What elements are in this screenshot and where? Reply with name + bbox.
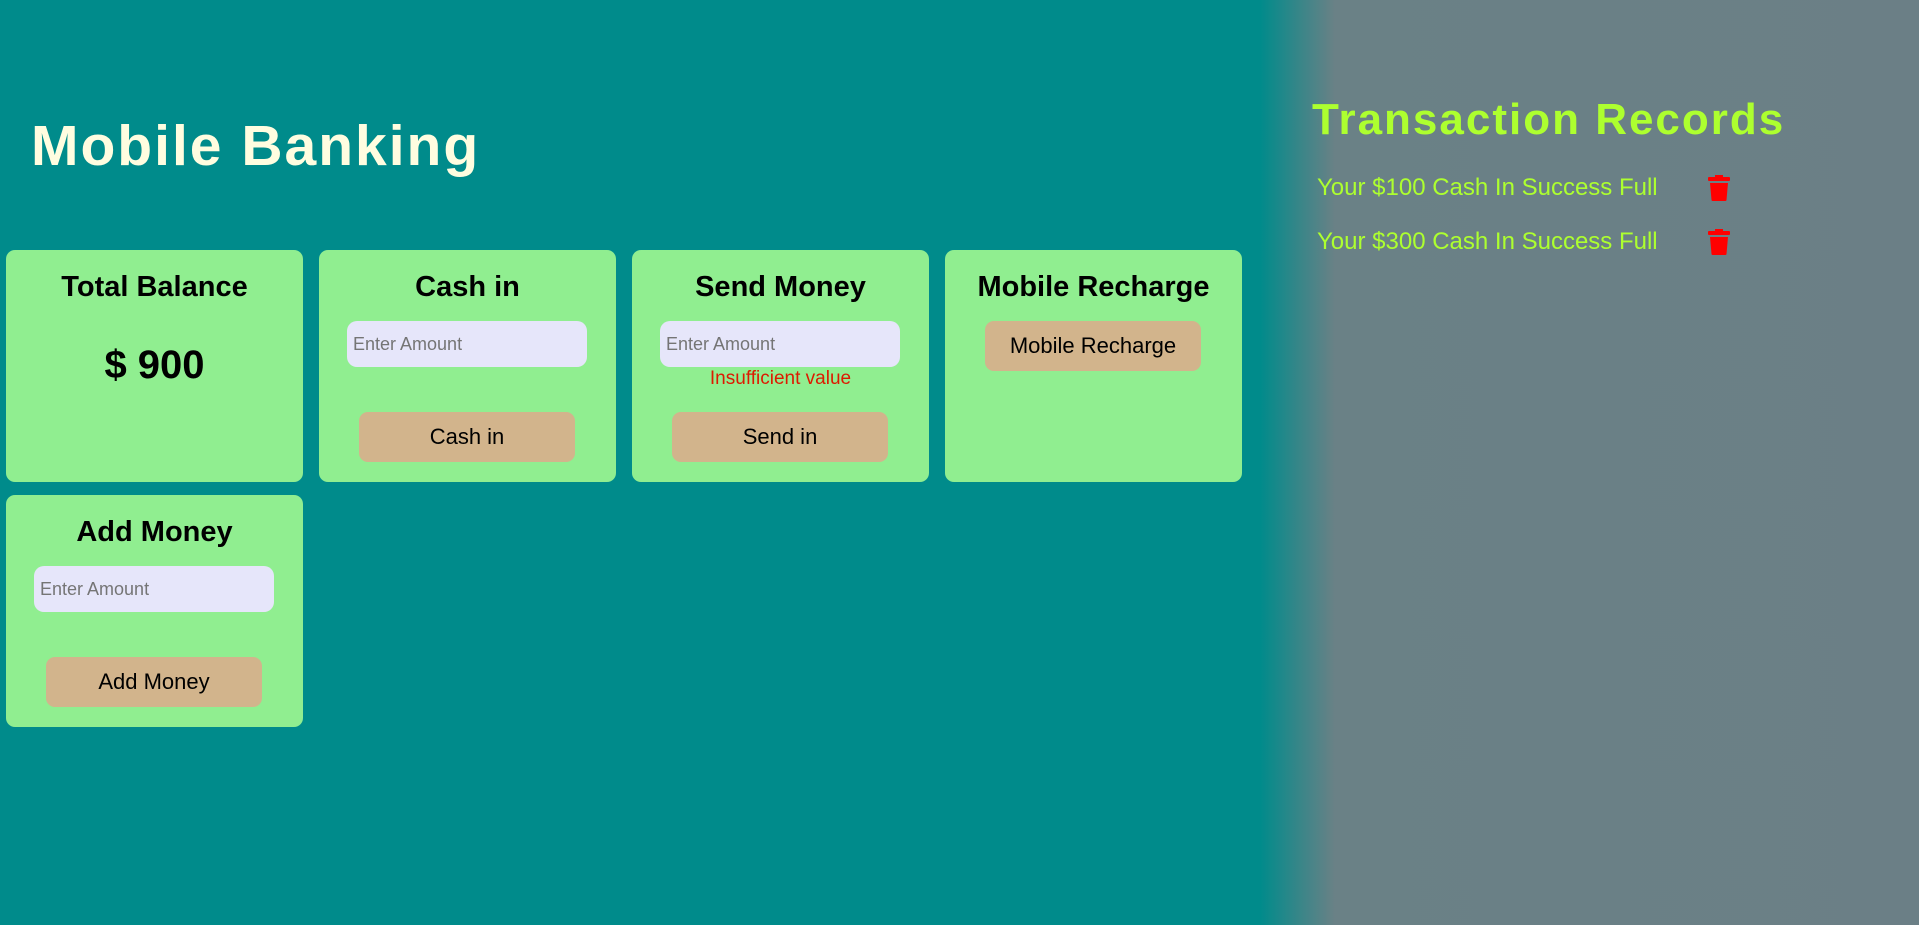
- cash-in-button[interactable]: Cash in: [359, 412, 575, 462]
- send-in-button[interactable]: Send in: [672, 412, 888, 462]
- send-money-card: Send Money Insufficient value Send in: [632, 250, 929, 482]
- transaction-records-title: Transaction Records: [1312, 95, 1786, 144]
- transaction-record-item: Your $100 Cash In Success Full: [1317, 171, 1734, 205]
- trash-icon[interactable]: [1704, 226, 1734, 258]
- send-money-error: Insufficient value: [709, 368, 852, 389]
- transaction-record-text: Your $100 Cash In Success Full: [1317, 174, 1658, 201]
- trash-icon[interactable]: [1704, 172, 1734, 204]
- add-money-card: Add Money Add Money: [6, 495, 303, 727]
- send-money-title: Send Money: [695, 271, 866, 303]
- total-balance-card: Total Balance $ 900: [6, 250, 303, 482]
- cash-in-card: Cash in Cash in: [319, 250, 616, 482]
- total-balance-title: Total Balance: [61, 271, 248, 303]
- cash-in-title: Cash in: [415, 271, 520, 303]
- page-title: Mobile Banking: [31, 114, 481, 178]
- mobile-recharge-title: Mobile Recharge: [977, 271, 1210, 303]
- add-money-title: Add Money: [76, 516, 233, 548]
- transaction-record-text: Your $300 Cash In Success Full: [1317, 228, 1658, 255]
- cash-in-amount-input[interactable]: [347, 321, 587, 367]
- transaction-record-item: Your $300 Cash In Success Full: [1317, 225, 1734, 259]
- balance-value: $ 900: [104, 343, 205, 387]
- mobile-recharge-button[interactable]: Mobile Recharge: [985, 321, 1201, 371]
- add-money-amount-input[interactable]: [34, 566, 274, 612]
- add-money-button[interactable]: Add Money: [46, 657, 262, 707]
- mobile-recharge-card: Mobile Recharge Mobile Recharge: [945, 250, 1242, 482]
- send-money-amount-input[interactable]: [660, 321, 900, 367]
